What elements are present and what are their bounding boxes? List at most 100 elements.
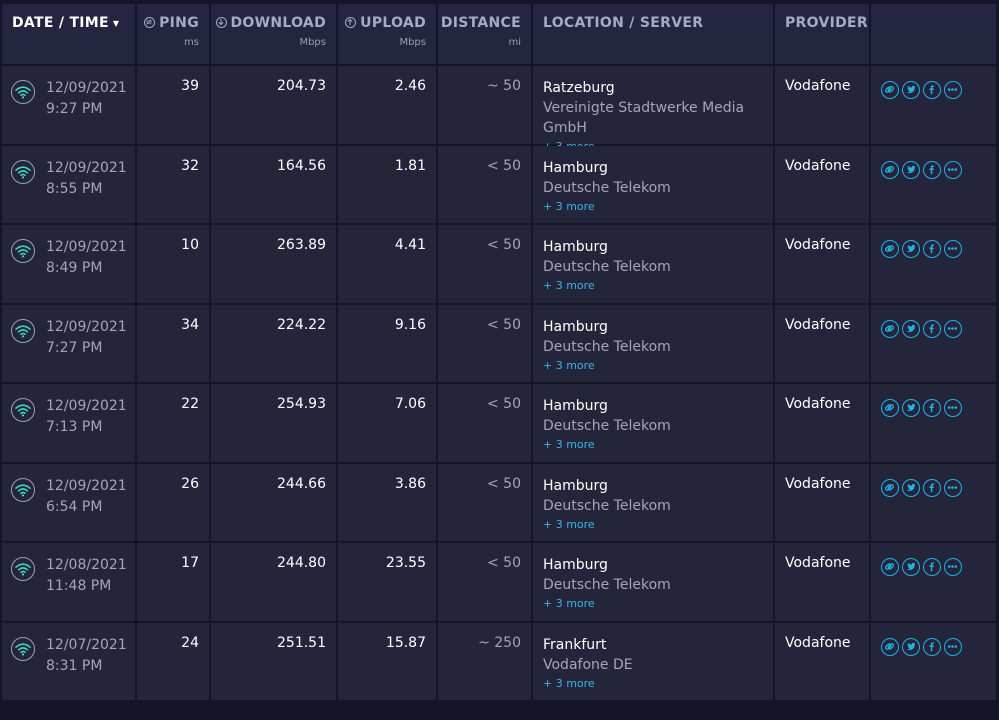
upload-unit: Mbps — [399, 37, 426, 48]
facebook-icon[interactable] — [923, 320, 941, 338]
table-row[interactable]: 12/09/2021 9:27 PM 39 204.73 2.46 ~ 50 R… — [2, 66, 996, 153]
more-servers-link[interactable]: + 3 more — [543, 198, 773, 216]
date-cell: 12/09/2021 9:27 PM — [2, 66, 135, 144]
distance-value: < 50 — [438, 464, 531, 541]
result-time: 6:54 PM — [46, 499, 103, 515]
more-icon[interactable] — [944, 320, 962, 338]
download-unit: Mbps — [299, 37, 326, 48]
facebook-icon[interactable] — [923, 161, 941, 179]
upload-header[interactable]: UPLOAD Mbps — [338, 4, 436, 64]
table-row[interactable]: 12/07/2021 8:31 PM 24 251.51 15.87 ~ 250… — [2, 623, 996, 700]
table-row[interactable]: 12/09/2021 6:54 PM 26 244.66 3.86 < 50 H… — [2, 464, 996, 541]
facebook-icon[interactable] — [923, 399, 941, 417]
twitter-icon[interactable] — [902, 558, 920, 576]
more-servers-link[interactable]: + 3 more — [543, 595, 773, 613]
provider-header[interactable]: PROVIDER — [775, 4, 869, 64]
location-cell: Hamburg Deutsche Telekom + 3 more — [533, 146, 773, 223]
download-value: 224.22 — [211, 305, 336, 382]
share-actions — [871, 384, 996, 462]
link-icon[interactable] — [881, 320, 899, 338]
download-value: 254.93 — [211, 384, 336, 462]
more-servers-link[interactable]: + 3 more — [543, 357, 773, 375]
twitter-icon[interactable] — [902, 240, 920, 258]
distance-header[interactable]: DISTANCE mi — [438, 4, 531, 64]
actions-header — [871, 4, 996, 64]
link-icon[interactable] — [881, 161, 899, 179]
download-header-label: DOWNLOAD — [230, 15, 326, 31]
link-icon[interactable] — [881, 558, 899, 576]
location-cell: Frankfurt Vodafone DE + 3 more — [533, 623, 773, 700]
server-name: Deutsche Telekom — [543, 339, 671, 355]
twitter-icon[interactable] — [902, 638, 920, 656]
date-cell: 12/08/2021 11:48 PM — [2, 543, 135, 621]
wifi-icon — [11, 80, 35, 104]
server-city: Hamburg — [543, 160, 608, 176]
server-city: Ratzeburg — [543, 80, 615, 96]
result-time: 11:48 PM — [46, 578, 112, 594]
ping-value: 39 — [137, 66, 209, 144]
more-icon[interactable] — [944, 240, 962, 258]
result-time: 8:31 PM — [46, 658, 103, 674]
location-header-label: LOCATION / SERVER — [543, 15, 704, 31]
twitter-icon[interactable] — [902, 161, 920, 179]
more-icon[interactable] — [944, 479, 962, 497]
ping-value: 17 — [137, 543, 209, 621]
server-name: Vodafone DE — [543, 657, 633, 673]
ping-header[interactable]: PING ms — [137, 4, 209, 64]
date-header-label: DATE / TIME — [12, 15, 109, 31]
upload-value: 15.87 — [338, 623, 436, 700]
facebook-icon[interactable] — [923, 81, 941, 99]
link-icon[interactable] — [881, 240, 899, 258]
facebook-icon[interactable] — [923, 558, 941, 576]
more-icon[interactable] — [944, 161, 962, 179]
twitter-icon[interactable] — [902, 399, 920, 417]
upload-value: 23.55 — [338, 543, 436, 621]
server-name: Vereinigte Stadtwerke Media — [543, 100, 745, 116]
result-date: 12/08/2021 — [46, 557, 127, 573]
more-servers-link[interactable]: + 3 more — [543, 516, 773, 534]
twitter-icon[interactable] — [902, 320, 920, 338]
distance-value: ~ 50 — [438, 66, 531, 144]
twitter-icon[interactable] — [902, 81, 920, 99]
wifi-icon — [11, 319, 35, 343]
ping-unit: ms — [184, 37, 199, 48]
more-icon[interactable] — [944, 399, 962, 417]
twitter-icon[interactable] — [902, 479, 920, 497]
result-date: 12/09/2021 — [46, 398, 127, 414]
more-icon[interactable] — [944, 638, 962, 656]
provider-value: Vodafone — [775, 543, 869, 621]
table-row[interactable]: 12/09/2021 8:55 PM 32 164.56 1.81 < 50 H… — [2, 146, 996, 223]
more-icon[interactable] — [944, 558, 962, 576]
ping-value: 26 — [137, 464, 209, 541]
table-row[interactable]: 12/09/2021 8:49 PM 10 263.89 4.41 < 50 H… — [2, 225, 996, 303]
table-row[interactable]: 12/08/2021 11:48 PM 17 244.80 23.55 < 50… — [2, 543, 996, 621]
provider-value: Vodafone — [775, 66, 869, 144]
table-header: DATE / TIME ▼ PING ms DOWNLOAD Mbps UPLOA… — [2, 4, 996, 64]
download-header[interactable]: DOWNLOAD Mbps — [211, 4, 336, 64]
facebook-icon[interactable] — [923, 240, 941, 258]
location-header[interactable]: LOCATION / SERVER — [533, 4, 773, 64]
download-value: 204.73 — [211, 66, 336, 144]
link-icon[interactable] — [881, 479, 899, 497]
link-icon[interactable] — [881, 638, 899, 656]
table-row[interactable]: 12/09/2021 7:13 PM 22 254.93 7.06 < 50 H… — [2, 384, 996, 462]
table-row[interactable]: 12/09/2021 7:27 PM 34 224.22 9.16 < 50 H… — [2, 305, 996, 382]
distance-value: ~ 250 — [438, 623, 531, 700]
share-actions — [871, 464, 996, 541]
facebook-icon[interactable] — [923, 638, 941, 656]
more-servers-link[interactable]: + 3 more — [543, 277, 773, 295]
date-cell: 12/07/2021 8:31 PM — [2, 623, 135, 700]
link-icon[interactable] — [881, 399, 899, 417]
facebook-icon[interactable] — [923, 479, 941, 497]
date-cell: 12/09/2021 7:13 PM — [2, 384, 135, 462]
link-icon[interactable] — [881, 81, 899, 99]
sort-by-date-header[interactable]: DATE / TIME ▼ — [2, 4, 135, 64]
result-date: 12/09/2021 — [46, 80, 127, 96]
distance-value: < 50 — [438, 305, 531, 382]
more-servers-link[interactable]: + 3 more — [543, 675, 773, 693]
more-servers-link[interactable]: + 3 more — [543, 436, 773, 454]
more-icon[interactable] — [944, 81, 962, 99]
share-actions — [871, 623, 996, 700]
server-name: Deutsche Telekom — [543, 577, 671, 593]
result-date: 12/09/2021 — [46, 160, 127, 176]
